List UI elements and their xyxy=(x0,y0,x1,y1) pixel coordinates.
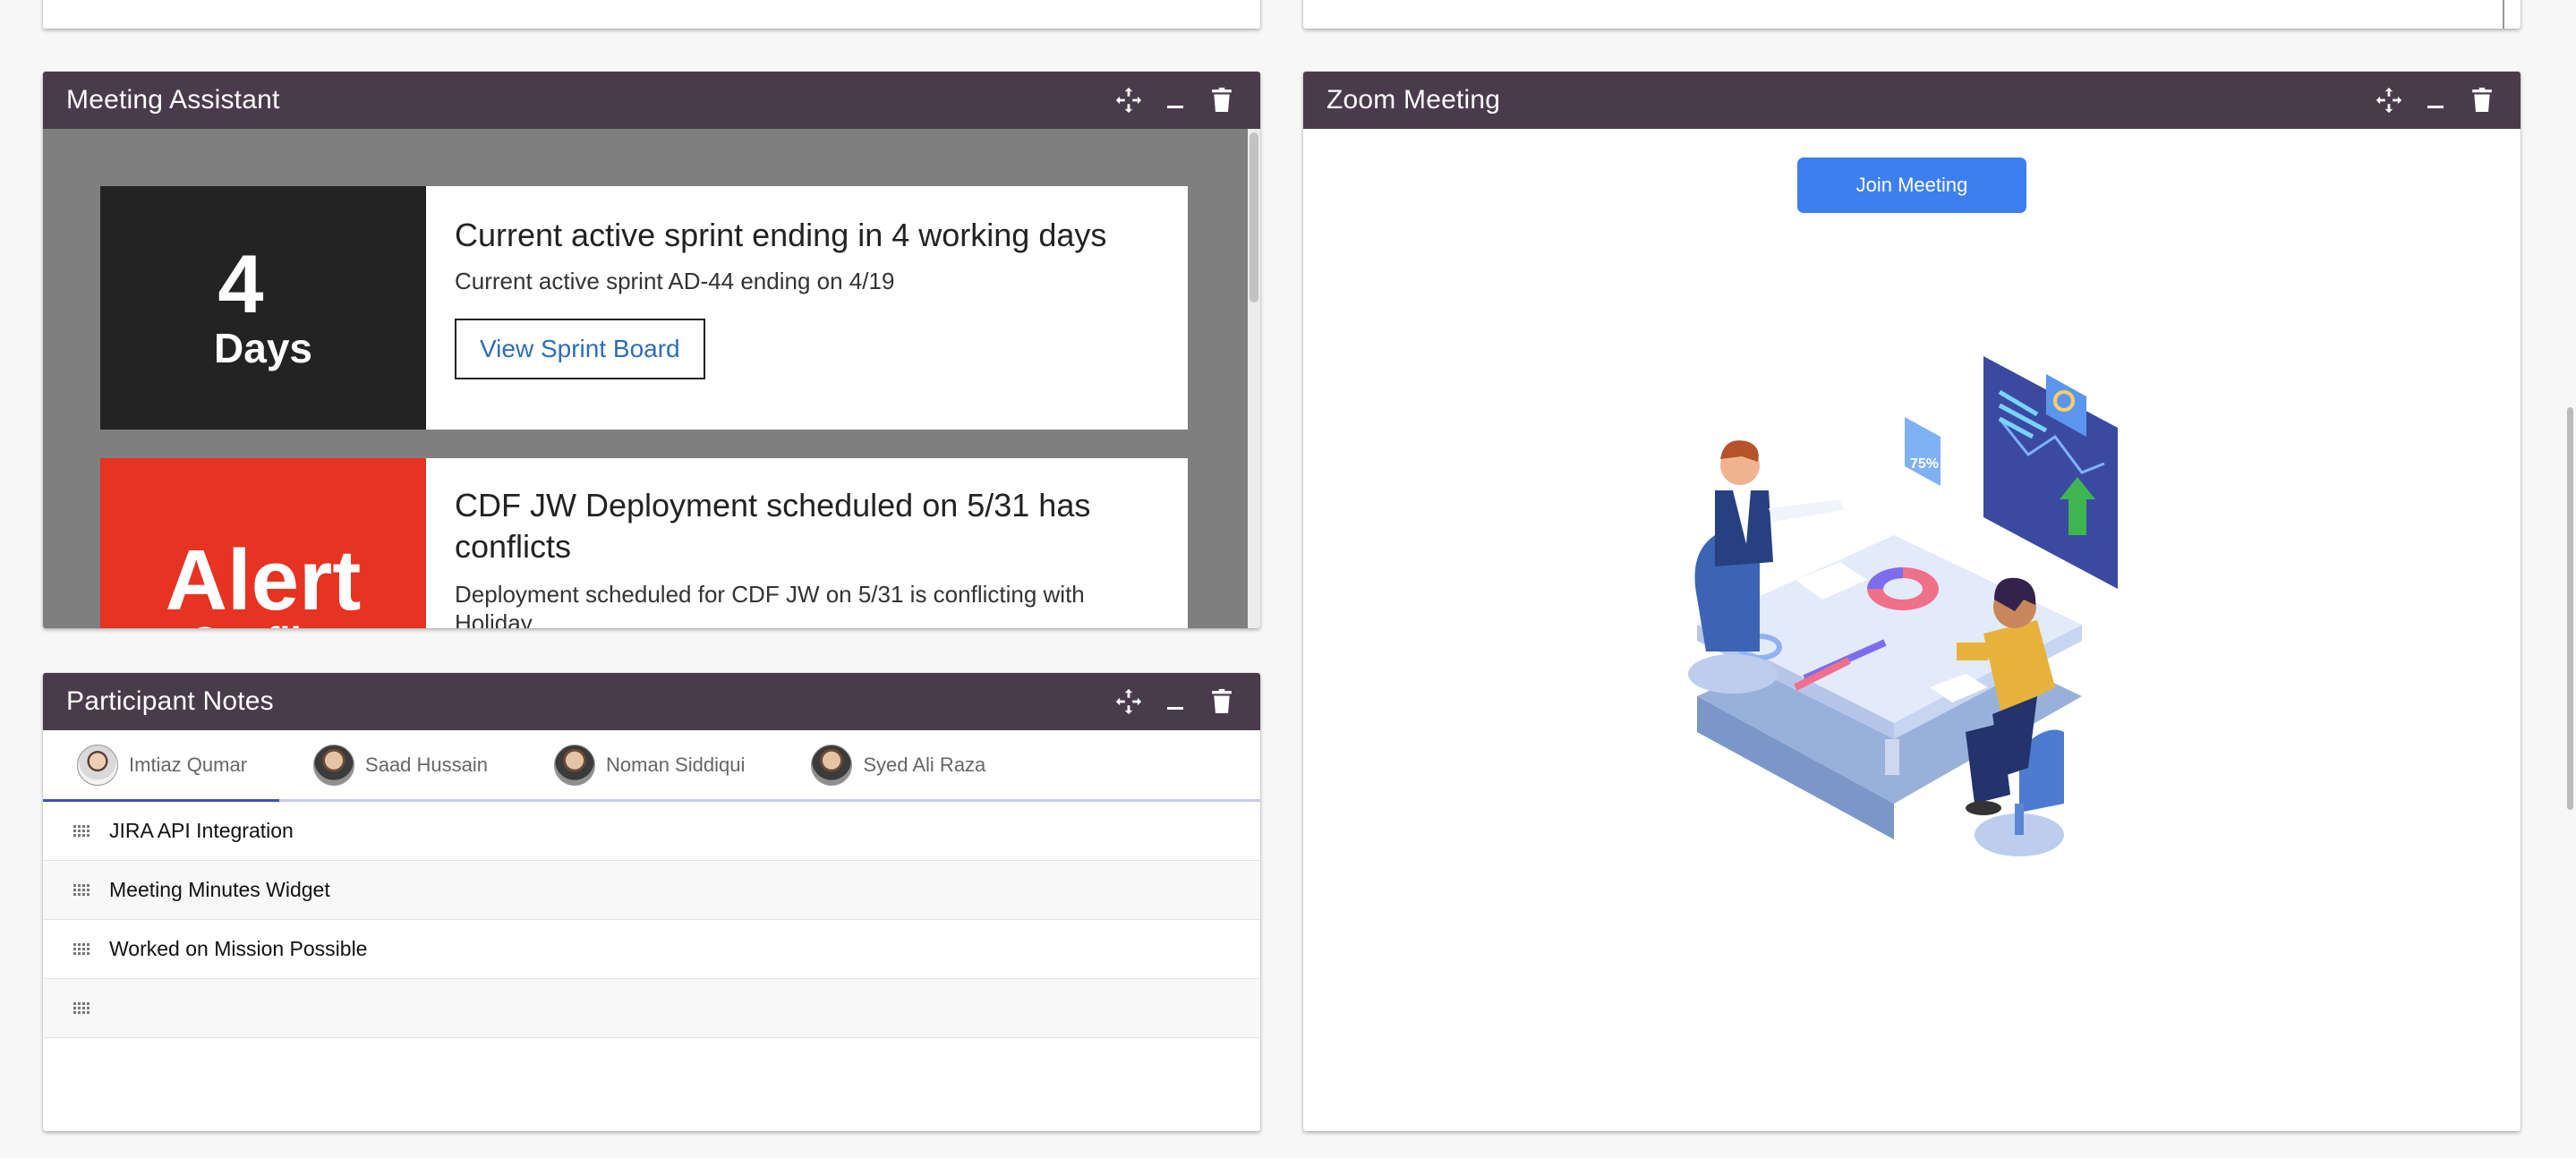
join-meeting-button[interactable]: Join Meeting xyxy=(1797,158,2026,213)
assistant-body: 4 Days Current active sprint ending in 4… xyxy=(43,129,1260,628)
page-scrollbar[interactable] xyxy=(2563,407,2576,810)
scroll-edge xyxy=(2503,0,2504,29)
tab-noman-siddiqui[interactable]: Noman Siddiqui xyxy=(520,730,777,799)
note-text[interactable]: Meeting Minutes Widget xyxy=(109,878,330,902)
note-text[interactable]: JIRA API Integration xyxy=(109,819,294,843)
list-item[interactable]: Meeting Minutes Widget xyxy=(43,861,1260,920)
widget-title: Participant Notes xyxy=(66,686,274,716)
percent-label: 75% xyxy=(1910,456,1939,472)
notice-description: Current active sprint AD-44 ending on 4/… xyxy=(455,268,895,294)
note-text[interactable]: Worked on Mission Possible xyxy=(109,937,367,961)
notice-title: CDF JW Deployment scheduled on 5/31 has … xyxy=(455,487,1091,565)
alert-sublabel: Conflict xyxy=(100,619,426,628)
alert-badge: Alert Conflict xyxy=(100,458,426,628)
widget-header: Meeting Assistant xyxy=(43,72,1260,129)
tab-label: Saad Hussain xyxy=(365,753,489,776)
assistant-scrollbar[interactable] xyxy=(1248,129,1260,628)
notes-list: JIRA API Integration Meeting Minutes Wid… xyxy=(43,802,1260,1038)
days-unit: Days xyxy=(214,325,312,371)
widget-card-top-left xyxy=(43,0,1260,29)
avatar xyxy=(77,744,118,786)
alert-label: Alert xyxy=(165,532,362,628)
minimize-icon[interactable] xyxy=(2420,85,2451,115)
days-count: 4 xyxy=(218,239,264,330)
drag-handle-icon[interactable] xyxy=(73,942,91,956)
list-item-empty[interactable] xyxy=(43,979,1260,1038)
widget-card-top-right xyxy=(1303,0,2521,29)
tab-syed-ali-raza[interactable]: Syed Ali Raza xyxy=(777,730,1018,799)
trash-icon[interactable] xyxy=(1207,686,1237,717)
tab-saad-hussain[interactable]: Saad Hussain xyxy=(279,730,520,799)
tab-label: Imtiaz Qumar xyxy=(129,753,248,776)
tab-label: Syed Ali Raza xyxy=(863,753,986,776)
widget-header: Participant Notes xyxy=(43,673,1260,730)
trash-icon[interactable] xyxy=(1207,85,1237,115)
tab-label: Noman Siddiqui xyxy=(606,753,746,776)
drag-handle-icon[interactable] xyxy=(73,883,91,897)
tab-imtiaz-qumar[interactable]: Imtiaz Qumar xyxy=(43,730,280,802)
drag-handle-icon[interactable] xyxy=(73,1001,91,1015)
list-item[interactable]: Worked on Mission Possible xyxy=(43,920,1260,979)
minimize-icon[interactable] xyxy=(1160,85,1190,115)
scrollbar-thumb[interactable] xyxy=(1250,132,1258,302)
deployment-notice: Alert Conflict CDF JW Deployment schedul… xyxy=(100,458,1188,628)
zoom-meeting-widget: Zoom Meeting Join Meeting 75% xyxy=(1303,72,2521,1131)
view-sprint-board-button[interactable]: View Sprint Board xyxy=(455,319,705,379)
avatar xyxy=(313,744,355,786)
days-badge: 4 Days xyxy=(100,186,426,430)
notice-title: Current active sprint ending in 4 workin… xyxy=(455,217,1107,253)
minimize-icon[interactable] xyxy=(1160,686,1190,717)
page-scrollbar-thumb[interactable] xyxy=(2567,407,2573,810)
widget-title: Zoom Meeting xyxy=(1326,85,1501,115)
participant-tabs: Imtiaz Qumar Saad Hussain Noman Siddiqui… xyxy=(43,730,1260,802)
avatar xyxy=(811,744,853,786)
notice-description: Deployment scheduled for CDF JW on 5/31 … xyxy=(455,581,1085,628)
widget-header: Zoom Meeting xyxy=(1303,72,2521,129)
move-icon[interactable] xyxy=(1113,686,1144,717)
move-icon[interactable] xyxy=(2374,85,2404,115)
move-icon[interactable] xyxy=(1113,85,1144,115)
drag-handle-icon[interactable] xyxy=(73,824,91,838)
meeting-illustration: 75% xyxy=(1688,356,2118,856)
meeting-assistant-widget: Meeting Assistant 4 Days Current active … xyxy=(43,72,1260,628)
widget-title: Meeting Assistant xyxy=(66,85,280,115)
list-item[interactable]: JIRA API Integration xyxy=(43,802,1260,861)
avatar xyxy=(554,744,596,786)
participant-notes-widget: Participant Notes Imtiaz Qumar Saad Huss… xyxy=(43,673,1260,1131)
trash-icon[interactable] xyxy=(2467,85,2497,115)
sprint-notice: 4 Days Current active sprint ending in 4… xyxy=(100,186,1188,430)
